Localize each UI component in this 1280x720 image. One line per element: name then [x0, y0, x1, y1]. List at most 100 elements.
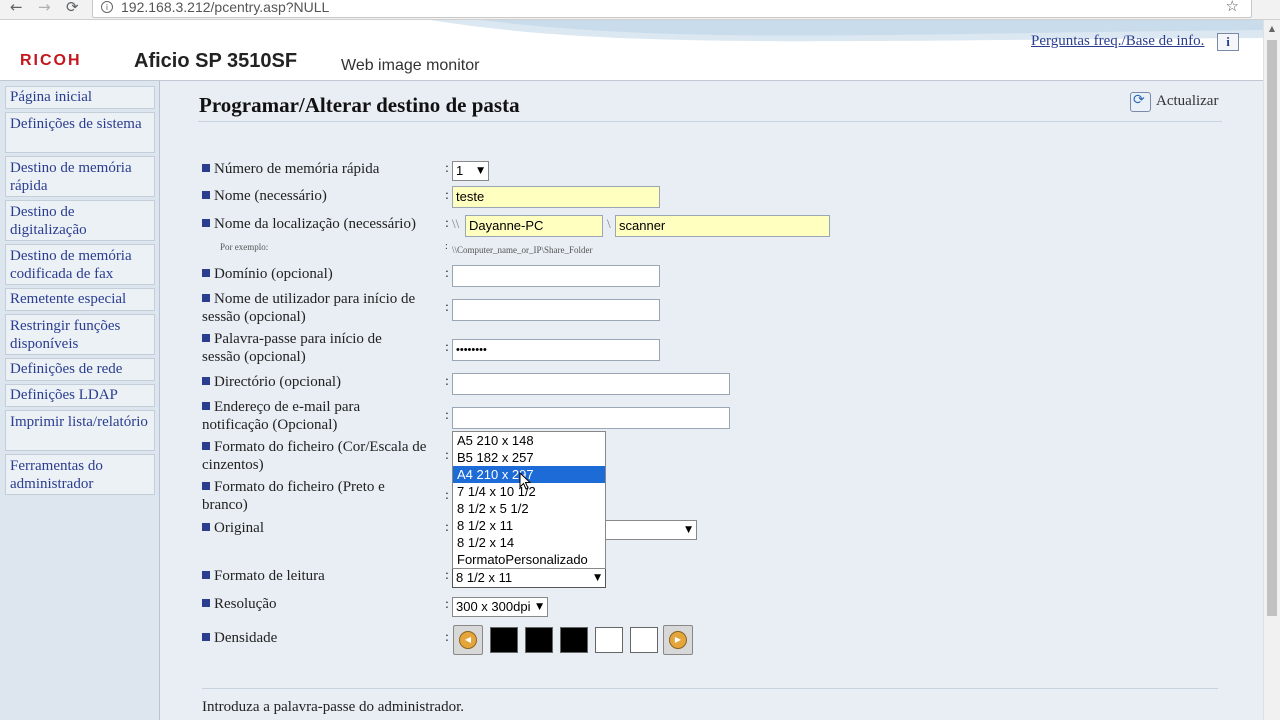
label-text: Resolução [214, 596, 277, 612]
bullet-icon [202, 164, 210, 172]
page-title: Programar/Alterar destino de pasta [199, 93, 520, 117]
sidebar-item-scan-destination[interactable]: Destino de digitalização [5, 200, 155, 241]
chevron-down-icon: ▼ [594, 573, 601, 583]
label-text: Domínio (opcional) [214, 266, 333, 282]
main-content: Programar/Alterar destino de pasta ⟳ Act… [160, 81, 1263, 720]
directory-input[interactable] [452, 373, 730, 395]
colon: : [445, 488, 449, 503]
help-info-icon[interactable]: i [1217, 33, 1239, 51]
login-password-input[interactable]: •••••••• [452, 339, 660, 361]
sidebar-item-label: Página inicial [10, 89, 93, 105]
label-text: Original [214, 520, 264, 536]
scroll-up-arrow-icon[interactable]: ▲ [1264, 22, 1280, 36]
density-cell[interactable] [490, 627, 518, 653]
back-arrow-icon[interactable]: ← [10, 0, 23, 16]
dropdown-option[interactable]: 8 1/2 x 14 [453, 534, 605, 551]
sidebar-item-label: Destino de digitalização [10, 204, 87, 238]
sidebar-item-label: Restringir funções disponíveis [10, 318, 121, 352]
faq-link[interactable]: Perguntas freq./Base de info. [1031, 33, 1204, 50]
colon: : [445, 241, 448, 252]
sidebar-item-fax-destination[interactable]: Destino de memória codificada de fax [5, 244, 155, 285]
dropdown-option[interactable]: B5 182 x 257 [453, 449, 605, 466]
sidebar-item-ldap-settings[interactable]: Definições LDAP [5, 384, 155, 407]
bullet-icon [202, 571, 210, 579]
section-divider [202, 688, 1218, 689]
sidebar-item-network-settings[interactable]: Definições de rede [5, 358, 155, 381]
density-increase-button[interactable]: ▶ [663, 625, 693, 655]
select-value: 300 x 300dpi [456, 599, 531, 614]
title-divider [198, 121, 1222, 122]
label-text: Formato do ficheiro (Preto e branco) [202, 479, 385, 513]
sidebar-item-label: Remetente especial [10, 291, 127, 307]
vertical-scrollbar[interactable]: ▲ [1263, 20, 1280, 720]
dropdown-option[interactable]: FormatoPersonalizado [453, 551, 605, 568]
location-host-input[interactable]: Dayanne-PC [465, 215, 603, 237]
reload-icon[interactable]: ⟳ [66, 0, 79, 16]
colon: : [445, 161, 449, 176]
bullet-icon [202, 269, 210, 277]
sidebar-item-restrict-functions[interactable]: Restringir funções disponíveis [5, 314, 155, 355]
name-label: Nome (necessário) [202, 187, 327, 205]
density-cell[interactable] [560, 627, 588, 653]
refresh-icon: ⟳ [1133, 92, 1145, 108]
dropdown-option[interactable]: 8 1/2 x 11 [453, 517, 605, 534]
sidebar-item-label: Ferramentas do administrador [10, 458, 103, 492]
email-input[interactable] [452, 407, 730, 429]
dropdown-option[interactable]: 8 1/2 x 5 1/2 [453, 500, 605, 517]
sidebar-item-special-sender[interactable]: Remetente especial [5, 288, 155, 311]
quick-memory-select[interactable]: 1 ▼ [452, 161, 489, 181]
density-cell[interactable] [630, 627, 658, 653]
scrollbar-thumb[interactable] [1267, 40, 1277, 616]
location-label: Nome da localização (necessário) [202, 215, 416, 233]
refresh-label[interactable]: Actualizar [1156, 93, 1218, 110]
colon: : [445, 597, 449, 612]
sidebar-item-label: Definições LDAP [10, 387, 118, 403]
colon: : [445, 568, 449, 583]
bookmark-star-icon[interactable]: ☆ [1226, 0, 1239, 15]
domain-input[interactable] [452, 265, 660, 287]
label-text: Nome (necessário) [214, 188, 327, 204]
location-share-input[interactable]: scanner [615, 215, 830, 237]
scan-size-select[interactable]: 8 1/2 x 11 ▼ [452, 568, 606, 588]
format-bw-label: Formato do ficheiro (Preto e branco) [202, 478, 422, 514]
sidebar-item-quick-memory[interactable]: Destino de memória rápida [5, 156, 155, 197]
sidebar-item-system-settings[interactable]: Definições de sistema [5, 112, 155, 153]
colon: : [445, 216, 449, 231]
name-input[interactable]: teste [452, 186, 660, 208]
bullet-icon [202, 482, 210, 490]
page-header: RICOH Aficio SP 3510SF Web image monitor… [0, 20, 1263, 81]
density-decrease-button[interactable]: ◀ [453, 625, 483, 655]
dropdown-option[interactable]: A5 210 x 148 [453, 432, 605, 449]
colon: : [445, 266, 449, 281]
chevron-down-icon: ▼ [685, 525, 692, 535]
select-value: 1 [456, 163, 464, 178]
directory-label: Directório (opcional) [202, 373, 341, 391]
colon: : [445, 188, 449, 203]
info-icon[interactable]: i [101, 1, 113, 13]
model-name: Aficio SP 3510SF [134, 50, 298, 72]
arrow-left-icon: ◀ [459, 631, 477, 649]
domain-label: Domínio (opcional) [202, 265, 333, 283]
unc-prefix: \\ [452, 216, 460, 231]
sidebar-item-print-list[interactable]: Imprimir lista/relatório [5, 410, 155, 451]
resolution-select[interactable]: 300 x 300dpi ▼ [452, 597, 548, 617]
address-bar[interactable]: i 192.168.3.212/pcentry.asp?NULL ☆ [92, 0, 1252, 18]
sidebar-item-home[interactable]: Página inicial [5, 86, 155, 109]
mouse-cursor-icon [519, 472, 532, 490]
refresh-button[interactable]: ⟳ [1130, 92, 1151, 112]
login-user-input[interactable] [452, 299, 660, 321]
original-label: Original [202, 519, 264, 537]
sidebar-item-label: Destino de memória codificada de fax [10, 248, 132, 282]
label-text: Formato de leitura [214, 568, 325, 584]
chevron-down-icon: ▼ [536, 602, 543, 612]
label-text: Densidade [214, 630, 278, 646]
bullet-icon [202, 334, 210, 342]
density-cell[interactable] [595, 627, 623, 653]
example-value: \\Computer_name_or_IP\Share_Folder [452, 245, 593, 255]
scan-size-dropdown-list[interactable]: A5 210 x 148 B5 182 x 257 A4 210 x 297 7… [452, 431, 606, 569]
bullet-icon [202, 523, 210, 531]
sidebar-item-admin-tools[interactable]: Ferramentas do administrador [5, 454, 155, 495]
forward-arrow-icon[interactable]: → [38, 0, 51, 16]
density-cell[interactable] [525, 627, 553, 653]
url-text[interactable]: 192.168.3.212/pcentry.asp?NULL [121, 0, 329, 15]
